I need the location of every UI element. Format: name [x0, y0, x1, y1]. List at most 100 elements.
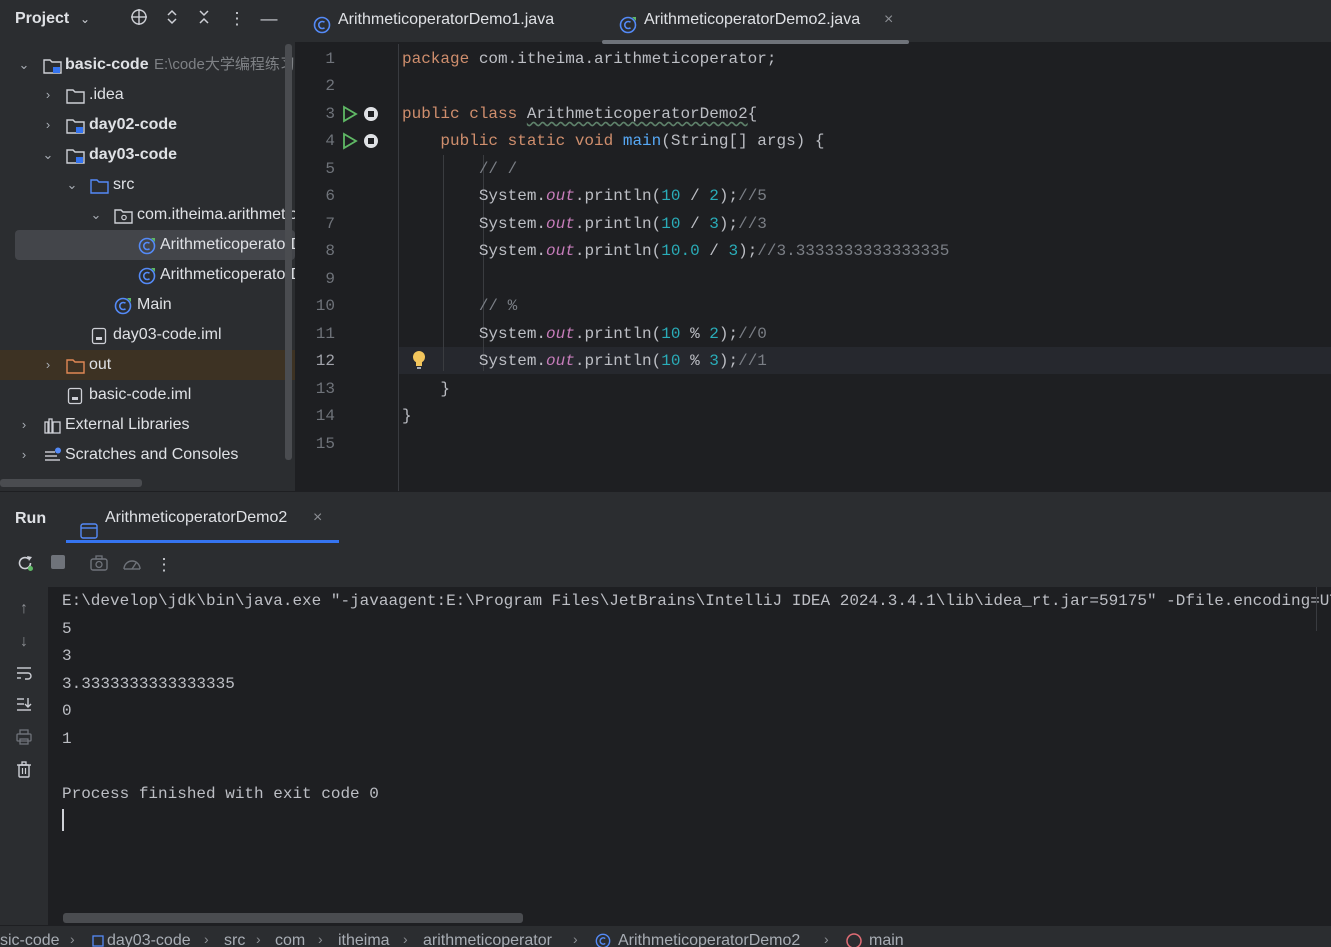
scroll-to-end-icon[interactable] — [13, 696, 35, 718]
breadcrumb-item[interactable]: main — [869, 932, 904, 947]
code-line-13[interactable]: } — [402, 376, 450, 403]
tree-item-day02-code[interactable]: › day02-code — [0, 110, 295, 140]
arrow-down-icon[interactable]: ↓ — [13, 631, 35, 653]
tree-item-external-libraries[interactable]: › External Libraries — [0, 410, 295, 440]
project-horizontal-scrollbar[interactable] — [0, 479, 142, 487]
chevron-down-icon[interactable]: ⌄ — [88, 200, 104, 230]
camera-icon[interactable] — [88, 554, 110, 576]
chevron-down-icon[interactable]: ⌄ — [64, 170, 80, 200]
chevron-right-icon[interactable]: › — [40, 110, 56, 140]
expand-all-icon[interactable] — [161, 8, 183, 30]
project-panel-title[interactable]: Project — [15, 10, 69, 28]
tree-item-main[interactable]: Main — [0, 290, 295, 320]
code-line-1[interactable]: package com.itheima.arithmeticoperator; — [402, 46, 776, 73]
line-number: 4 — [325, 132, 335, 150]
run-gutter-icon[interactable] — [342, 132, 358, 155]
trash-icon[interactable] — [13, 761, 35, 783]
tree-item-scratches[interactable]: › Scratches and Consoles — [0, 440, 295, 470]
collapse-all-icon[interactable] — [193, 8, 215, 30]
code-line-10[interactable]: // % — [402, 293, 517, 320]
code-line-5[interactable]: // / — [402, 156, 517, 183]
code-line-6[interactable]: System.out.println(10 / 2);//5 — [402, 183, 767, 210]
tree-item-label: out — [89, 356, 112, 373]
code-token: .println( — [574, 242, 662, 260]
stop-breakpoint-icon[interactable] — [363, 106, 379, 127]
code-token: .println( — [574, 215, 662, 233]
code-line-3[interactable]: public class ArithmeticoperatorDemo2{ — [402, 101, 757, 128]
tree-item-demo2[interactable]: ArithmeticoperatorDemo2 — [15, 230, 295, 260]
breadcrumb-item[interactable]: day03-code — [107, 932, 191, 947]
stop-icon[interactable] — [47, 554, 69, 576]
stop-breakpoint-icon[interactable] — [363, 133, 379, 154]
code-token: ); — [718, 325, 739, 343]
tree-item-idea[interactable]: › .idea — [0, 80, 295, 110]
code-line-11[interactable]: System.out.println(10 % 2);//0 — [402, 321, 767, 348]
tree-item-basic-iml[interactable]: basic-code.iml — [0, 380, 295, 410]
code-token: } — [440, 380, 451, 398]
tree-item-day03-code[interactable]: ⌄ day03-code — [0, 140, 295, 170]
line-number-current: 12 — [315, 352, 335, 370]
line-number: 14 — [315, 407, 335, 425]
console-output[interactable]: E:\develop\jdk\bin\java.exe "-javaagent:… — [48, 587, 1331, 925]
code-token: public static void — [440, 132, 614, 150]
breadcrumb-item[interactable]: sic-code — [0, 932, 60, 947]
tree-item-src[interactable]: ⌄ src — [0, 170, 295, 200]
run-gutter-icon[interactable] — [342, 105, 358, 128]
more-options-icon[interactable]: ⋮ — [153, 554, 175, 576]
code-line-12[interactable]: System.out.println(10 % 3);//1 — [402, 348, 767, 375]
tree-item-package[interactable]: ⌄ com.itheima.arithmeticoperator — [0, 200, 295, 230]
code-token: { — [747, 105, 758, 123]
line-number: 5 — [325, 160, 335, 178]
arrow-up-icon[interactable]: ↑ — [13, 598, 35, 620]
module-folder-icon — [66, 146, 85, 164]
hide-panel-icon[interactable]: — — [258, 8, 280, 30]
chevron-right-icon[interactable]: › — [40, 350, 56, 380]
status-bar-breadcrumbs: sic-code › day03-code › src › com › ithe… — [0, 925, 1331, 947]
chevron-right-icon[interactable]: › — [40, 80, 56, 110]
tab-demo2[interactable]: ArithmeticoperatorDemo2.java × — [619, 0, 909, 43]
iml-file-icon — [90, 326, 108, 345]
module-folder-icon — [43, 56, 62, 74]
locate-target-icon[interactable] — [128, 8, 150, 30]
chevron-right-icon[interactable]: › — [16, 440, 32, 470]
code-line-8[interactable]: System.out.println(10.0 / 3);//3.3333333… — [402, 238, 950, 265]
active-tab-indicator — [602, 40, 909, 44]
run-panel-header: Run ArithmeticoperatorDemo2 × — [0, 491, 1331, 543]
close-icon[interactable]: × — [884, 0, 893, 40]
chevron-down-icon[interactable]: ⌄ — [40, 140, 56, 170]
tree-item-demo1[interactable]: ArithmeticoperatorDemo1 — [0, 260, 295, 290]
console-scroll-marker — [1316, 587, 1330, 631]
code-token: package — [402, 50, 470, 68]
chevron-down-icon[interactable]: ⌄ — [16, 50, 32, 80]
breadcrumb-item[interactable]: itheima — [338, 932, 390, 947]
code-token: //3 — [738, 215, 767, 233]
breadcrumb-item[interactable]: com — [275, 932, 305, 947]
more-options-icon[interactable]: ⋮ — [226, 8, 248, 30]
code-line-7[interactable]: System.out.println(10 / 3);//3 — [402, 211, 767, 238]
code-line-4[interactable]: public static void main(String[] args) { — [402, 128, 824, 155]
tree-item-out[interactable]: › out — [0, 350, 295, 380]
tree-item-basic-code[interactable]: ⌄ basic-code E:\code大学编程练习 — [0, 50, 295, 80]
project-vertical-scrollbar[interactable] — [285, 44, 292, 460]
code-line-14[interactable]: } — [402, 403, 412, 430]
code-token: System. — [478, 352, 547, 370]
gauge-icon[interactable] — [121, 554, 143, 576]
close-icon[interactable]: × — [313, 492, 322, 544]
tree-item-day03-iml[interactable]: day03-code.iml — [0, 320, 295, 350]
console-horizontal-scrollbar[interactable] — [63, 913, 523, 923]
chevron-right-icon[interactable]: › — [16, 410, 32, 440]
code-token: 10 — [661, 187, 681, 205]
rerun-icon[interactable] — [14, 554, 36, 576]
code-token: % — [680, 325, 710, 343]
code-token: System. — [478, 215, 547, 233]
code-token: .println( — [574, 352, 662, 370]
tree-item-label: External Libraries — [65, 416, 190, 433]
run-panel-title[interactable]: Run — [15, 510, 46, 528]
breadcrumb-item[interactable]: src — [224, 932, 245, 947]
breadcrumb-item[interactable]: ArithmeticoperatorDemo2 — [618, 932, 800, 947]
print-icon[interactable] — [13, 729, 35, 751]
soft-wrap-icon[interactable] — [13, 665, 35, 687]
code-token: 2 — [709, 325, 719, 343]
breadcrumb-item[interactable]: arithmeticoperator — [423, 932, 552, 947]
chevron-down-icon[interactable]: ⌄ — [74, 8, 96, 30]
